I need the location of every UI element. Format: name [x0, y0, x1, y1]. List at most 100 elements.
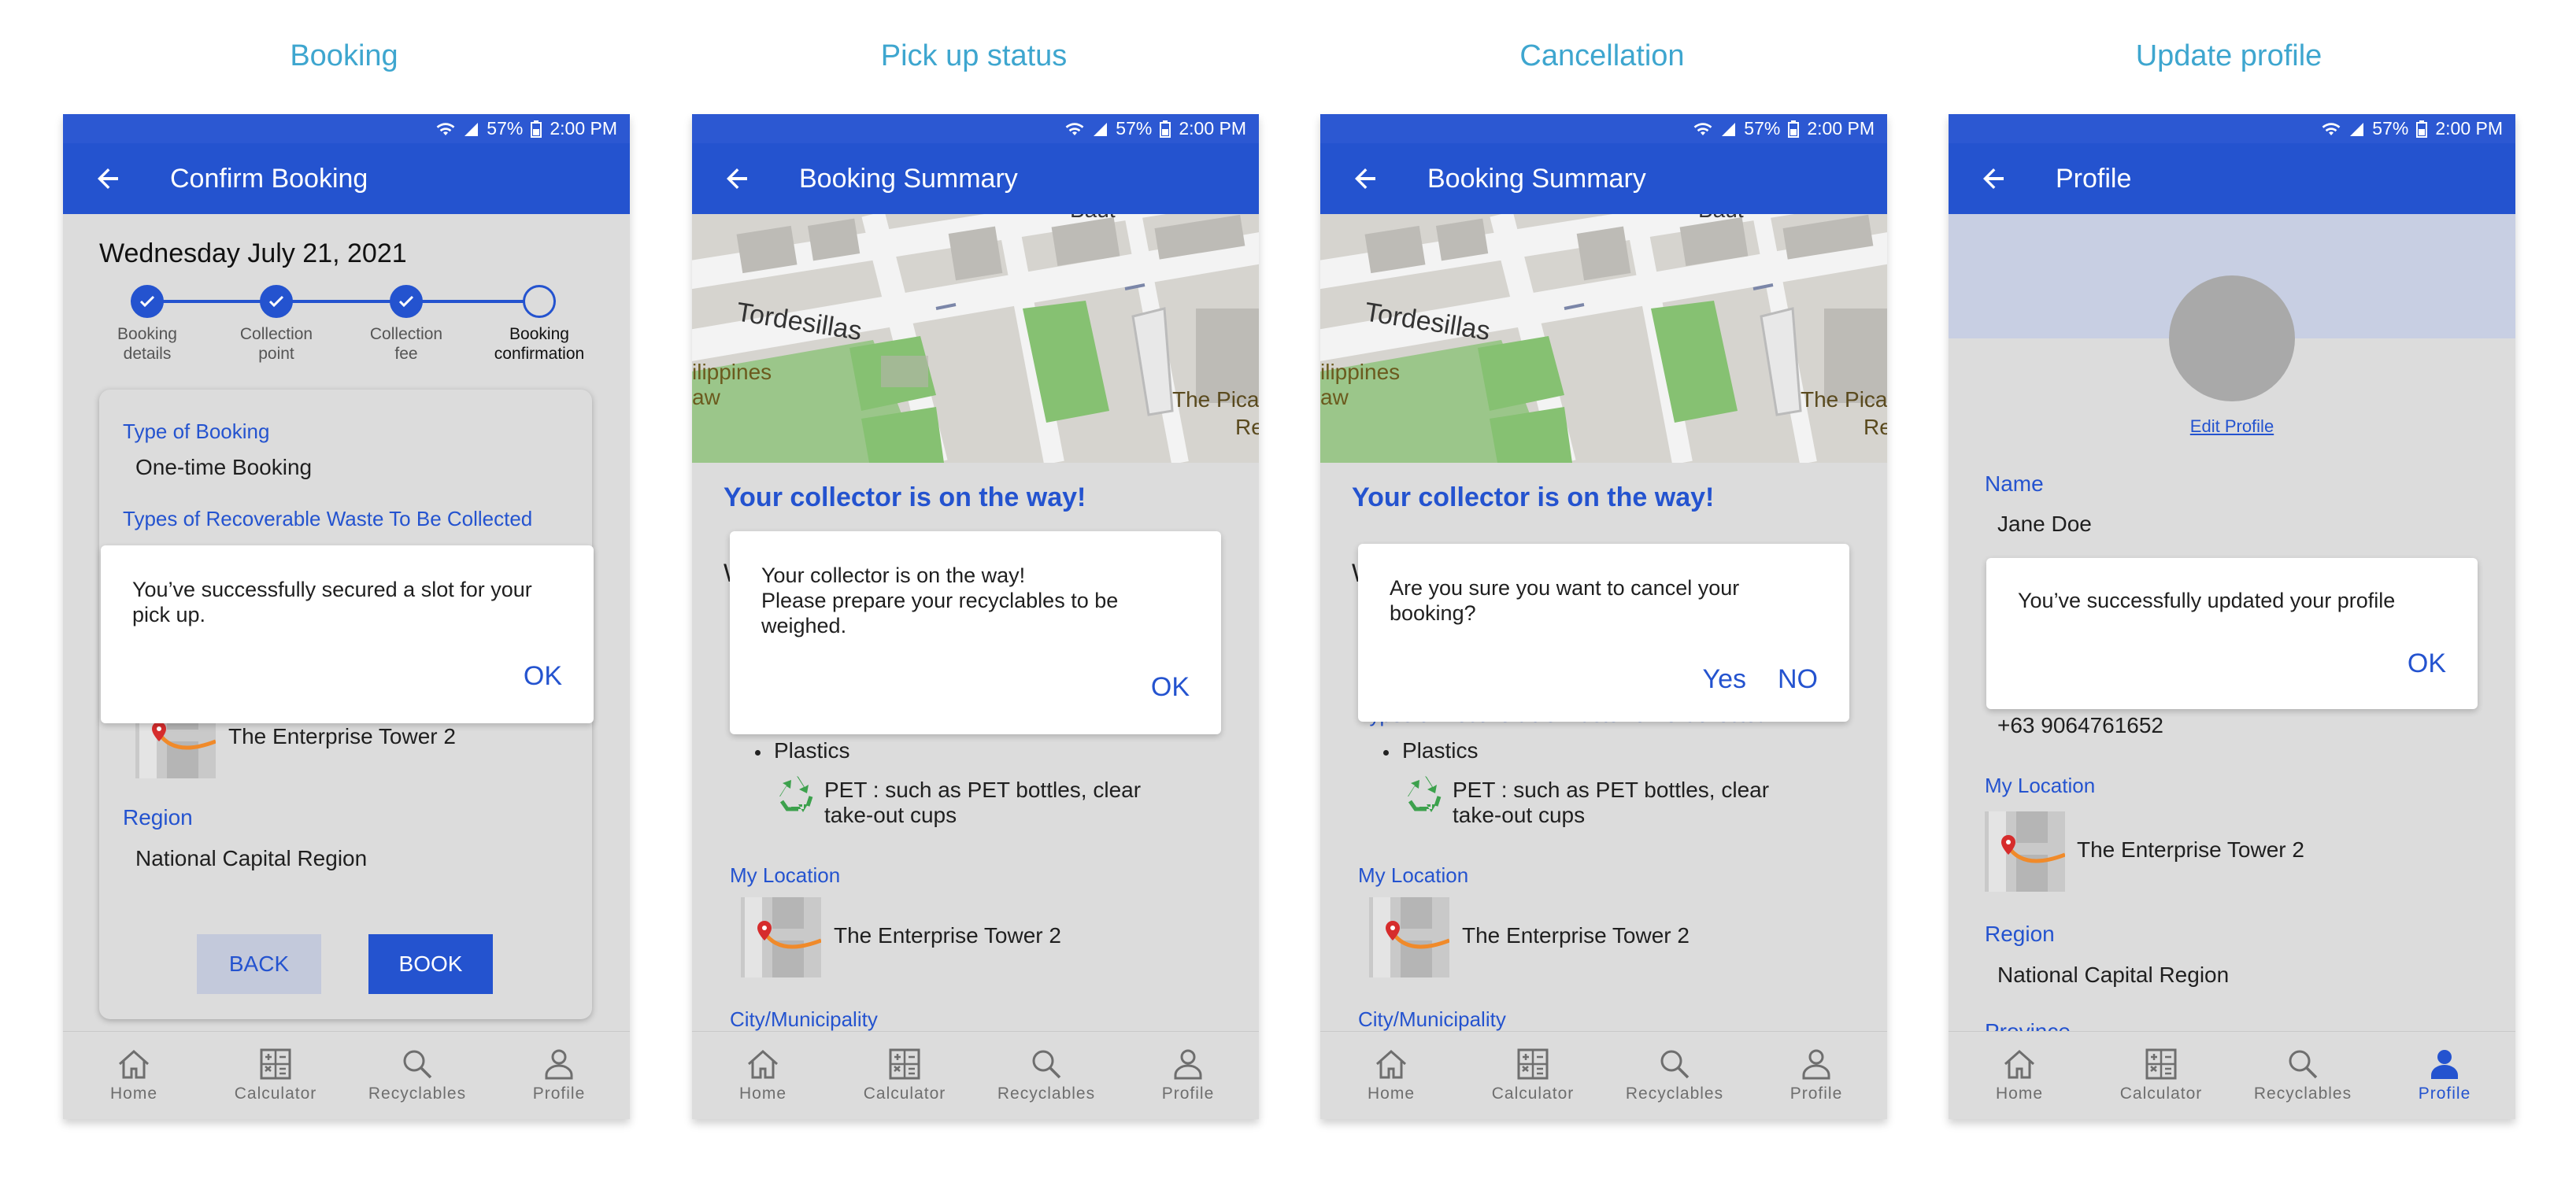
calculator-icon	[889, 1048, 920, 1079]
signal-icon	[1094, 122, 1108, 136]
map-label: Re	[1864, 415, 1887, 439]
clock: 2:00 PM	[2435, 118, 2503, 139]
dialog-line-2: Please prepare your recyclables to be we…	[761, 589, 1119, 637]
recycle-icon	[1408, 776, 1442, 812]
map-label: Baut	[1070, 214, 1116, 222]
back-button[interactable]	[85, 155, 132, 202]
search-icon	[1032, 1050, 1061, 1078]
stepper: Booking details Collection point Collect…	[63, 283, 630, 378]
nav-profile[interactable]: Profile	[492, 1048, 626, 1103]
map-label: The Pica	[1801, 387, 1887, 412]
no-button[interactable]: NO	[1778, 664, 1818, 695]
profile-icon	[1802, 1049, 1830, 1079]
nav-calculator[interactable]: Calculator	[838, 1048, 972, 1103]
page-title: Booking Summary	[799, 163, 1018, 194]
success-dialog: You’ve successfully secured a slot for y…	[101, 545, 594, 723]
bottom-nav: Home Calculator Recyclables Profile	[692, 1031, 1259, 1119]
nav-calculator[interactable]: Calculator	[209, 1048, 342, 1103]
column-title-cancellation: Cancellation	[1519, 39, 1685, 72]
home-icon	[748, 1049, 778, 1078]
avatar[interactable]	[2169, 275, 2295, 401]
ok-button[interactable]: OK	[2408, 649, 2446, 679]
region-value: National Capital Region	[135, 846, 368, 870]
nav-home[interactable]: Home	[696, 1048, 830, 1103]
nav-recyclables[interactable]: Recyclables	[2236, 1048, 2370, 1103]
nav-recyclables[interactable]: Recyclables	[1608, 1048, 1741, 1103]
back-button[interactable]	[1342, 155, 1390, 202]
nav-profile[interactable]: Profile	[2378, 1048, 2511, 1103]
nav-label: Calculator	[1491, 1084, 1575, 1103]
profile-icon	[545, 1049, 573, 1079]
bottom-nav: Home Calculator Recyclables Profile	[1320, 1031, 1887, 1119]
location-thumbnail	[1369, 897, 1449, 977]
app-bar: Profile	[1949, 143, 2515, 214]
app-bar: Confirm Booking	[63, 143, 630, 214]
city-label: City/Municipality	[1358, 1007, 1506, 1031]
back-arrow-icon	[727, 168, 747, 189]
booking-date: Wednesday July 21, 2021	[99, 238, 407, 268]
location-value: The Enterprise Tower 2	[834, 923, 1061, 948]
plastics-item: Plastics	[774, 738, 850, 763]
map-view[interactable]: Tordesillas ilippines aw The Pica Re Bau…	[692, 214, 1259, 463]
back-button[interactable]	[714, 155, 761, 202]
signal-icon	[1722, 122, 1736, 136]
battery-percent: 57%	[1116, 118, 1153, 139]
home-icon	[2004, 1049, 2034, 1078]
nav-calculator[interactable]: Calculator	[1466, 1048, 1600, 1103]
wifi-icon	[1065, 122, 1084, 135]
app-bar: Booking Summary	[1320, 143, 1887, 214]
check-icon	[398, 295, 414, 308]
page-title: Confirm Booking	[170, 163, 368, 194]
ok-button[interactable]: OK	[1151, 672, 1190, 703]
nav-label: Home	[109, 1084, 158, 1103]
location-value: The Enterprise Tower 2	[2077, 837, 2304, 862]
phone-value: +63 9064761652	[1997, 713, 2163, 737]
profile-icon	[1174, 1049, 1202, 1079]
nav-calculator[interactable]: Calculator	[2094, 1048, 2228, 1103]
map-label: aw	[1320, 385, 1349, 409]
bullet-dot	[1383, 750, 1389, 756]
dialog-message: Your collector is on the way! Please pre…	[761, 563, 1190, 638]
phone-pickup-status: 57% 2:00 PM Booking Summary Tordesillas …	[692, 114, 1259, 1119]
calculator-icon	[260, 1048, 291, 1079]
nav-recyclables[interactable]: Recyclables	[979, 1048, 1113, 1103]
type-value: One-time Booking	[135, 455, 313, 479]
battery-icon	[1788, 120, 1800, 138]
back-button[interactable]	[1971, 155, 2018, 202]
nav-profile[interactable]: Profile	[1749, 1048, 1883, 1103]
nav-home[interactable]: Home	[1952, 1048, 2086, 1103]
check-icon	[268, 295, 284, 308]
status-heading: Your collector is on the way!	[724, 482, 1086, 512]
nav-recyclables[interactable]: Recyclables	[350, 1048, 484, 1103]
search-icon	[1660, 1050, 1690, 1078]
column-title-pickup: Pick up status	[880, 39, 1068, 72]
yes-button[interactable]: Yes	[1703, 664, 1746, 695]
calculator-icon	[1517, 1048, 1549, 1079]
nav-home[interactable]: Home	[67, 1048, 201, 1103]
nav-profile[interactable]: Profile	[1121, 1048, 1255, 1103]
map-view[interactable]: Tordesillas ilippines aw The Pica Re Bau…	[1320, 214, 1887, 463]
ok-button[interactable]: OK	[524, 661, 562, 692]
location-thumbnail	[741, 897, 821, 977]
waste-label: Types of Recoverable Waste To Be Collect…	[123, 507, 533, 530]
nav-home[interactable]: Home	[1324, 1048, 1458, 1103]
back-arrow-icon	[98, 168, 118, 189]
edit-profile-link[interactable]: Edit Profile	[1949, 416, 2515, 437]
step-3	[390, 285, 423, 318]
location-value: The Enterprise Tower 2	[228, 724, 456, 748]
phone-update-profile: 57% 2:00 PM Profile Edit Profile Name Ja…	[1949, 114, 2515, 1119]
battery-icon	[2416, 120, 2428, 138]
bullet-dot	[755, 750, 761, 756]
nav-label: Calculator	[863, 1084, 946, 1103]
map-label: ilippines	[1320, 360, 1400, 384]
map-label: Baut	[1698, 214, 1744, 222]
back-action-button[interactable]: BACK	[197, 934, 321, 994]
book-button[interactable]: BOOK	[368, 934, 493, 994]
nav-label: Profile	[1790, 1084, 1843, 1103]
calculator-icon	[2145, 1048, 2177, 1079]
clock: 2:00 PM	[1807, 118, 1875, 139]
battery-percent: 57%	[1744, 118, 1781, 139]
cancel-dialog: Are you sure you want to cancel your boo…	[1358, 544, 1849, 722]
nav-label: Recyclables	[1625, 1084, 1724, 1103]
map-label: aw	[692, 385, 721, 409]
